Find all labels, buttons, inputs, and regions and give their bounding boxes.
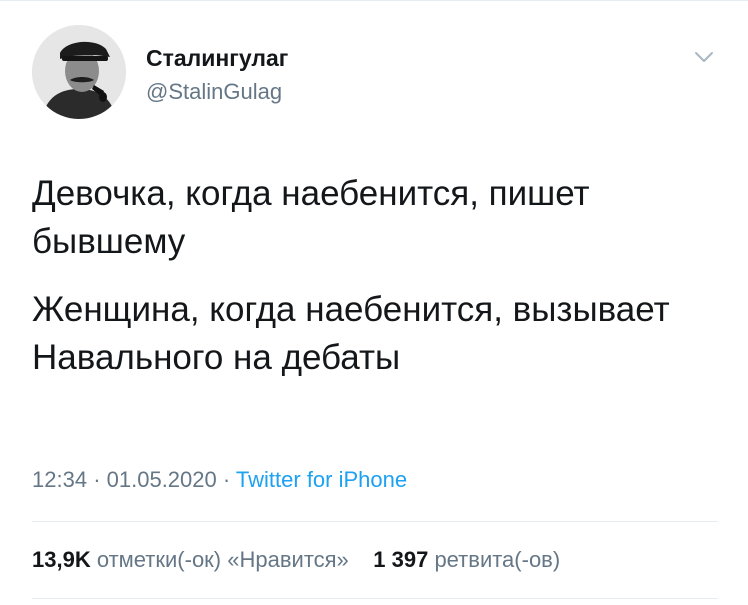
likes-label: отметки(-ок) «Нравится» <box>96 547 349 572</box>
portrait-avatar-icon <box>32 25 126 119</box>
tweet-paragraph: Девочка, когда наебенится, пишет бывшему <box>32 174 590 261</box>
display-name[interactable]: Сталингулаг <box>146 44 288 72</box>
tweet-date[interactable]: 01.05.2020 <box>107 467 217 492</box>
likes-count: 13,9K <box>32 547 91 572</box>
retweets-count: 1 397 <box>373 547 429 572</box>
retweets-stat[interactable]: 1 397 ретвита(-ов) <box>373 547 560 572</box>
tweet-time[interactable]: 12:34 <box>32 467 87 492</box>
chevron-down-icon[interactable] <box>694 50 714 64</box>
divider <box>32 598 718 599</box>
tweet-text: Девочка, когда наебенится, пишет бывшему… <box>32 170 722 402</box>
divider <box>32 521 718 522</box>
avatar[interactable] <box>32 25 126 119</box>
likes-stat[interactable]: 13,9K отметки(-ок) «Нравится» <box>32 547 349 572</box>
tweet-source-link[interactable]: Twitter for iPhone <box>236 467 407 492</box>
tweet-paragraph: Женщина, когда наебенится, вызывает Нава… <box>32 290 670 377</box>
tweet-meta: 12:34 · 01.05.2020 · Twitter for iPhone <box>32 466 407 494</box>
meta-separator: · <box>93 467 101 492</box>
retweets-label: ретвита(-ов) <box>434 547 561 572</box>
top-divider <box>0 0 748 1</box>
tweet-stats: 13,9K отметки(-ок) «Нравится» 1 397 ретв… <box>32 546 560 574</box>
user-handle[interactable]: @StalinGulag <box>146 79 282 105</box>
meta-separator: · <box>222 467 231 492</box>
